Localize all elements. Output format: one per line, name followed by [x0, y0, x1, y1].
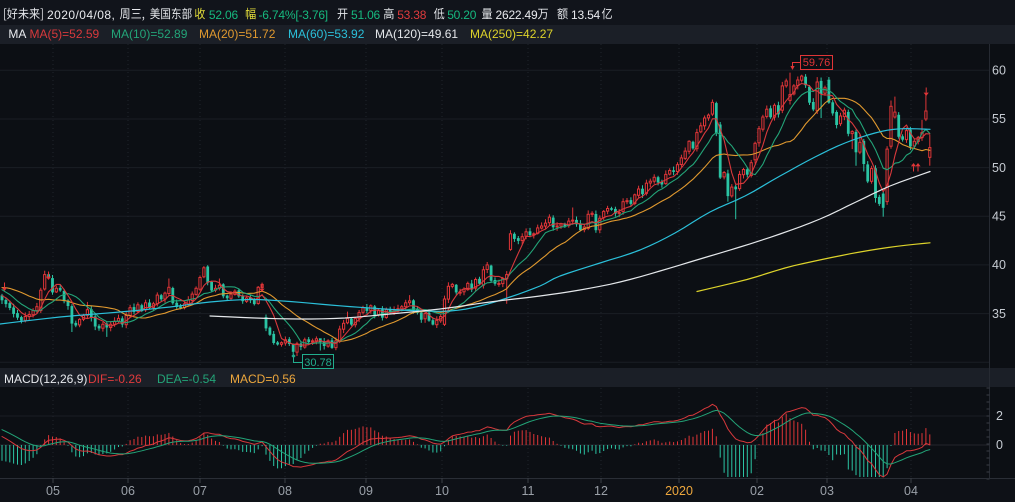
svg-text:45: 45	[992, 209, 1006, 223]
svg-text:11: 11	[522, 484, 535, 498]
svg-text:50: 50	[992, 161, 1006, 175]
svg-text:10: 10	[435, 484, 449, 498]
svg-text:08: 08	[278, 484, 292, 498]
svg-text:55: 55	[992, 112, 1006, 126]
svg-text:09: 09	[359, 484, 373, 498]
svg-text:12: 12	[594, 484, 608, 498]
svg-text:30.78: 30.78	[304, 357, 332, 369]
svg-text:02: 02	[750, 484, 764, 498]
svg-text:07: 07	[193, 484, 207, 498]
svg-text:35: 35	[992, 307, 1006, 321]
svg-text:40: 40	[992, 258, 1006, 272]
svg-text:03: 03	[820, 484, 834, 498]
svg-text:2: 2	[996, 409, 1003, 423]
svg-text:04: 04	[904, 484, 918, 498]
svg-text:59.76: 59.76	[803, 57, 831, 69]
svg-text:60: 60	[992, 64, 1006, 78]
svg-text:2020: 2020	[665, 484, 693, 498]
svg-text:05: 05	[46, 484, 60, 498]
svg-text:06: 06	[121, 484, 135, 498]
svg-text:0: 0	[996, 438, 1003, 452]
